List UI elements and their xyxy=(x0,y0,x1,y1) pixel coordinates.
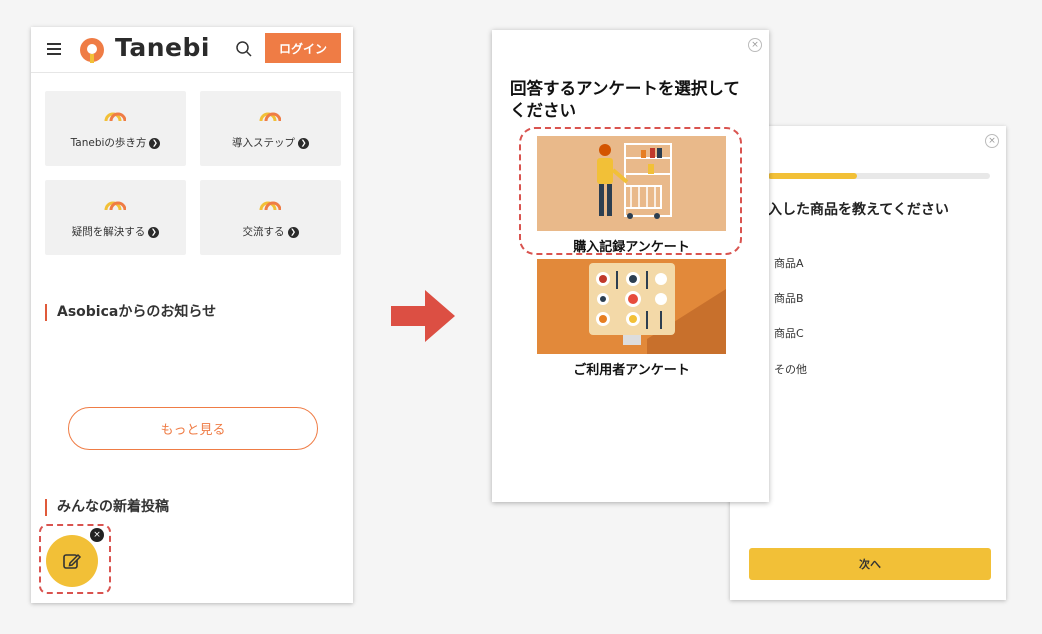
compose-fab-button[interactable] xyxy=(46,535,98,587)
tile-label: 交流する xyxy=(242,226,285,238)
posts-section-title: みんなの新着投稿 xyxy=(45,499,169,516)
purchase-survey-card[interactable]: 購入記録アンケート xyxy=(537,136,726,255)
tile-label: Tanebiの歩き方 xyxy=(70,137,147,149)
progress-fill xyxy=(768,173,857,179)
question-title: 入した商品を教えてください xyxy=(768,202,949,218)
chevron-right-icon: ❯ xyxy=(148,226,160,238)
search-icon[interactable] xyxy=(235,40,253,58)
tile-how-to-use[interactable]: Tanebiの歩き方 ❯ xyxy=(45,91,186,166)
hamburger-menu-icon[interactable] xyxy=(47,43,61,55)
chevron-right-icon: ❯ xyxy=(287,226,299,238)
home-screen: Tanebi ログイン Tanebiの歩き方 ❯ 導入ステップ ❯ 疑問を解決する ❯ xyxy=(31,27,353,603)
app-header: Tanebi ログイン xyxy=(31,27,353,73)
tanebi-logo-icon xyxy=(80,38,104,63)
login-button[interactable]: ログイン xyxy=(265,33,341,63)
option-item[interactable]: 商品B xyxy=(774,290,804,306)
close-icon[interactable]: × xyxy=(90,528,104,542)
fab-highlight: × xyxy=(39,524,111,594)
dining-table-illustration xyxy=(537,259,726,354)
option-item[interactable]: その他 xyxy=(774,361,807,377)
chevron-right-icon: ❯ xyxy=(149,137,161,149)
see-more-button[interactable]: もっと見る xyxy=(68,407,318,450)
user-survey-label: ご利用者アンケート xyxy=(573,363,690,378)
tile-onboarding-steps[interactable]: 導入ステップ ❯ xyxy=(200,91,341,166)
tile-community[interactable]: 交流する ❯ xyxy=(200,180,341,255)
logo-text: Tanebi xyxy=(115,33,210,62)
survey-select-screen: × 回答するアンケートを選択してください 購入記録アンケート ご利用者アンケート xyxy=(492,30,769,502)
user-survey-card[interactable]: ご利用者アンケート xyxy=(537,259,726,378)
question-screen: × 入した商品を教えてください 商品A 商品B 商品C その他 次へ xyxy=(730,126,1006,600)
tanebi-mark-icon xyxy=(104,112,126,122)
flow-arrow-icon xyxy=(391,290,455,342)
chevron-right-icon: ❯ xyxy=(298,137,309,149)
close-icon[interactable]: × xyxy=(985,134,999,148)
tanebi-mark-icon xyxy=(259,201,281,211)
purchase-survey-label: 購入記録アンケート xyxy=(573,240,690,255)
tanebi-mark-icon xyxy=(104,201,126,211)
option-item[interactable]: 商品C xyxy=(774,325,804,341)
shopping-cart-illustration xyxy=(537,136,726,231)
edit-icon xyxy=(63,553,82,569)
next-button[interactable]: 次へ xyxy=(749,548,991,580)
tile-label: 導入ステップ xyxy=(232,137,295,149)
tile-label: 疑問を解決する xyxy=(71,226,146,238)
tile-faq[interactable]: 疑問を解決する ❯ xyxy=(45,180,186,255)
close-icon[interactable]: × xyxy=(748,38,762,52)
survey-select-title: 回答するアンケートを選択してください xyxy=(510,79,740,120)
option-item[interactable]: 商品A xyxy=(774,255,804,271)
news-section-title: Asobicaからのお知らせ xyxy=(45,304,216,321)
progress-bar xyxy=(768,173,990,179)
tanebi-mark-icon xyxy=(259,112,281,122)
